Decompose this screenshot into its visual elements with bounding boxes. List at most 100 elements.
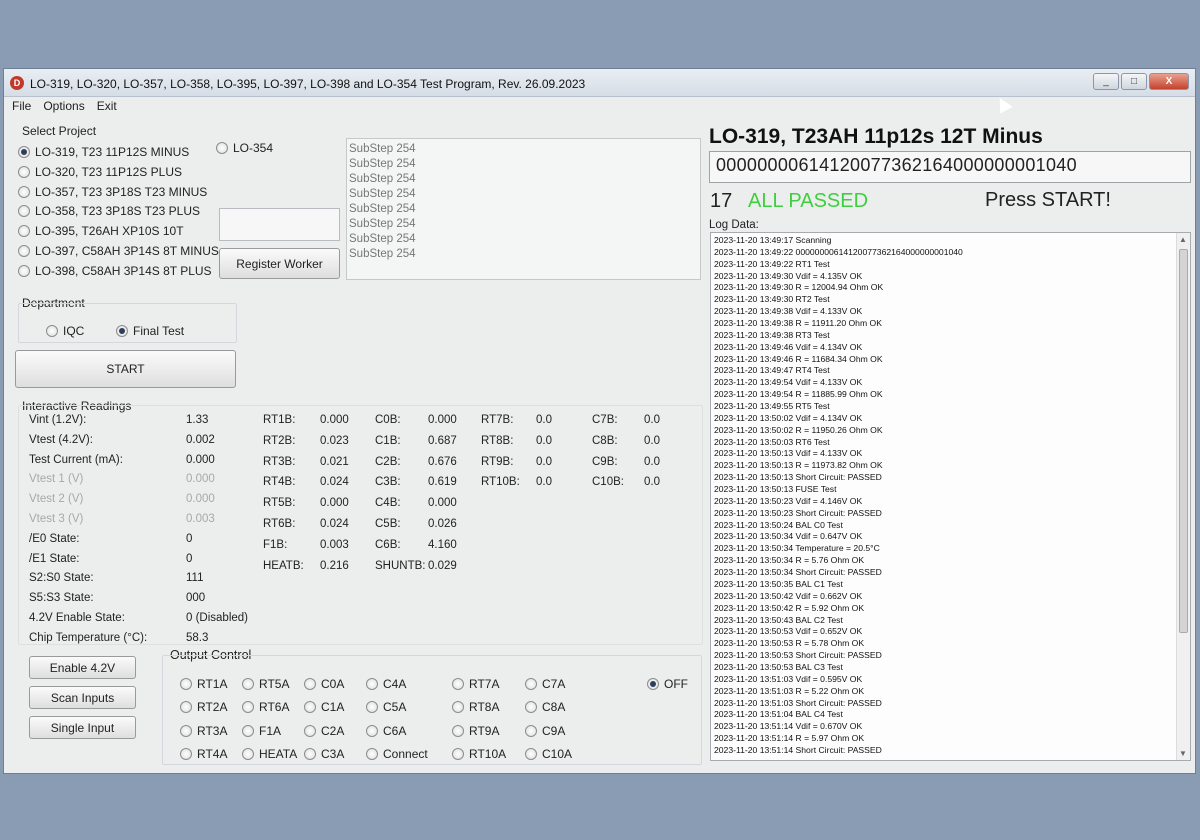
output-radio[interactable]: C5A [366,700,406,714]
output-radio[interactable]: C1A [304,700,344,714]
radio-button[interactable] [242,724,254,737]
left-action-button[interactable]: Single Input [29,716,136,739]
output-radio[interactable]: C2A [304,724,344,738]
log-line: 2023-11-20 13:50:24 BAL C0 Test [714,519,843,530]
radio-button[interactable] [18,205,30,218]
log-data-box[interactable]: 2023-11-20 13:49:17 Scanning 2023-11-20 1… [710,232,1191,761]
radio-button[interactable] [366,701,378,714]
radio-button[interactable] [242,678,254,690]
radio-button[interactable] [525,747,537,760]
radio-button[interactable] [366,747,378,760]
left-action-button[interactable]: Scan Inputs [29,686,136,709]
menu-options[interactable]: Options [43,99,84,113]
radio-final-test[interactable]: Final Test [116,324,184,338]
output-radio[interactable]: RT1A [180,677,227,691]
radio-button[interactable] [180,724,192,737]
output-radio[interactable]: C7A [525,677,565,691]
output-radio[interactable]: HEATA [242,747,297,761]
radio-button[interactable] [452,701,464,714]
radio-off[interactable]: OFF [647,677,688,691]
radio-button[interactable] [116,325,128,337]
substep-item[interactable]: SubStep 254 [349,232,698,247]
log-scrollbar[interactable]: ▲ ▼ [1176,233,1190,760]
grid-reading-label: C7B: [592,414,618,426]
radio-button[interactable] [216,142,228,154]
substep-item[interactable]: SubStep 254 [349,217,698,232]
substep-item[interactable]: SubStep 254 [349,247,698,262]
radio-project-option[interactable]: LO-397, C58AH 3P14S 8T MINUS [18,244,219,258]
output-radio[interactable]: C4A [366,677,406,691]
radio-button[interactable] [304,747,316,760]
radio-button[interactable] [366,678,378,690]
worker-id-input[interactable] [219,208,340,241]
output-radio[interactable]: C8A [525,700,565,714]
radio-button[interactable] [18,185,30,198]
radio-button[interactable] [366,724,378,737]
radio-button[interactable] [525,701,537,714]
radio-project-option[interactable]: LO-395, T26AH XP10S 10T [18,224,184,238]
radio-project-option[interactable]: LO-358, T23 3P18S T23 PLUS [18,204,200,218]
radio-button[interactable] [180,747,192,760]
left-action-button[interactable]: Enable 4.2V [29,656,136,679]
radio-button[interactable] [18,245,30,257]
substep-item[interactable]: SubStep 254 [349,172,698,187]
output-radio[interactable]: F1A [242,724,281,738]
output-radio[interactable]: Connect [366,747,428,761]
radio-button[interactable] [647,678,659,690]
radio-button[interactable] [452,678,464,690]
reading-label: 4.2V Enable State: [29,612,125,624]
output-radio[interactable]: RT3A [180,724,227,738]
radio-button[interactable] [452,724,464,737]
radio-button[interactable] [525,724,537,737]
title-bar[interactable]: D LO-319, LO-320, LO-357, LO-358, LO-395… [4,69,1195,97]
output-radio[interactable]: RT10A [452,747,506,761]
output-radio[interactable]: RT9A [452,724,499,738]
radio-project-option[interactable]: LO-319, T23 11P12S MINUS [18,145,189,159]
radio-button[interactable] [452,747,464,760]
close-button[interactable]: X [1149,73,1189,90]
radio-button[interactable] [18,165,30,178]
menu-exit[interactable]: Exit [97,99,117,113]
substep-item[interactable]: SubStep 254 [349,187,698,202]
radio-button[interactable] [304,678,316,690]
radio-project-option[interactable]: LO-320, T23 11P12S PLUS [18,165,182,179]
radio-project-option[interactable]: LO-398, C58AH 3P14S 8T PLUS [18,264,212,278]
output-radio[interactable]: RT2A [180,700,227,714]
scrollbar-thumb[interactable] [1179,249,1188,633]
output-radio[interactable]: C6A [366,724,406,738]
radio-button[interactable] [242,701,254,714]
substep-item[interactable]: SubStep 254 [349,142,698,157]
scroll-up-icon[interactable]: ▲ [1179,235,1187,244]
scroll-down-icon[interactable]: ▼ [1179,749,1187,758]
radio-iqc[interactable]: IQC [46,324,84,338]
radio-button[interactable] [46,325,58,337]
substep-item[interactable]: SubStep 254 [349,157,698,172]
output-radio[interactable]: RT8A [452,700,499,714]
substep-item[interactable]: SubStep 254 [349,202,698,217]
output-radio[interactable]: C3A [304,747,344,761]
radio-button[interactable] [18,264,30,277]
output-radio[interactable]: RT4A [180,747,227,761]
radio-button[interactable] [525,678,537,690]
radio-button[interactable] [304,724,316,737]
output-radio[interactable]: RT5A [242,677,289,691]
radio-button[interactable] [18,146,30,158]
radio-project-option[interactable]: LO-357, T23 3P18S T23 MINUS [18,185,207,199]
radio-button[interactable] [18,225,30,238]
radio-button[interactable] [180,701,192,714]
radio-button[interactable] [304,701,316,714]
minimize-button[interactable]: _ [1093,73,1119,90]
radio-button[interactable] [180,678,192,690]
start-button[interactable]: START [15,350,236,388]
output-radio[interactable]: RT7A [452,677,499,691]
radio-button[interactable] [242,747,254,760]
output-radio[interactable]: C10A [525,747,572,761]
maximize-button[interactable]: □ [1121,73,1147,90]
radio-lo-354[interactable]: LO-354 [216,141,273,155]
substep-list[interactable]: SubStep 254 SubStep 254 SubStep 254 SubStep… [346,138,701,280]
menu-file[interactable]: File [12,99,31,113]
output-radio[interactable]: C0A [304,677,344,691]
register-worker-button[interactable]: Register Worker [219,248,340,279]
output-radio[interactable]: RT6A [242,700,289,714]
output-radio[interactable]: C9A [525,724,565,738]
